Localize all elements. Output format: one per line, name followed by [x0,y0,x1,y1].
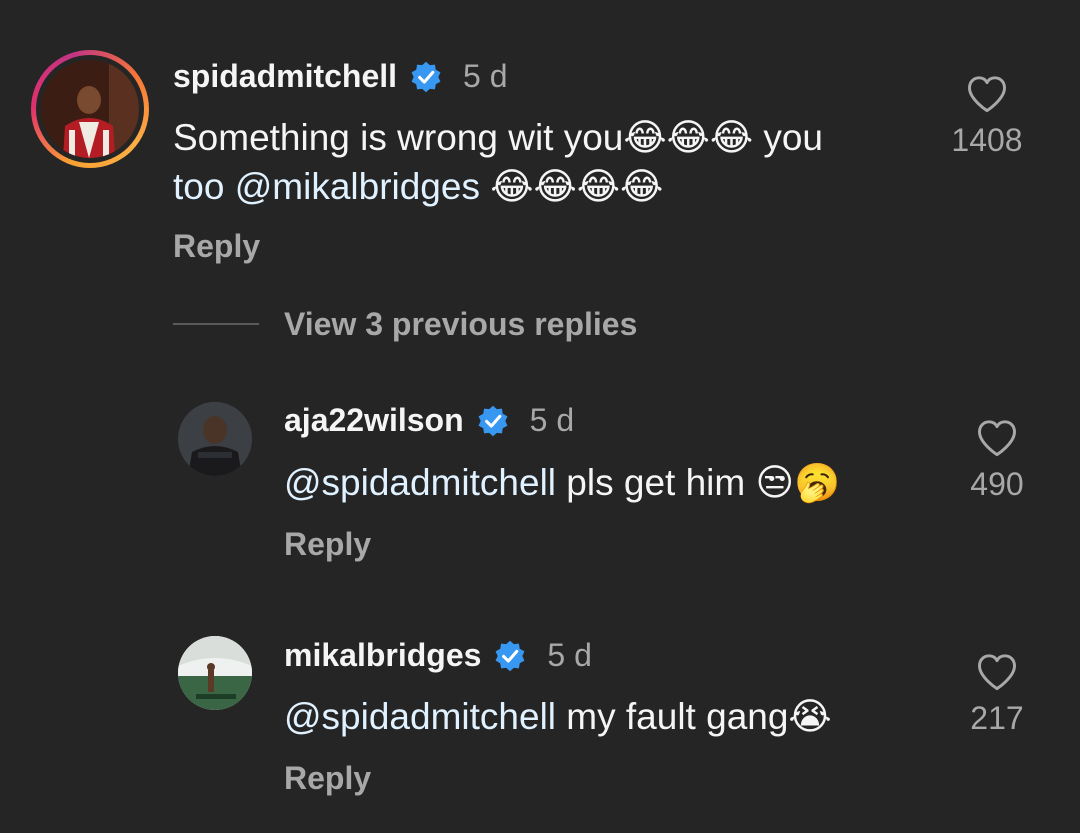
reply-button[interactable]: Reply [173,228,260,265]
thread-divider [173,323,259,325]
username-text[interactable]: mikalbridges [284,637,481,674]
verified-badge-icon [495,640,525,671]
comment-text-line1: Something is wrong wit you😂😂😂 you [173,117,824,158]
reply-body: my fault gang😭 [556,696,832,737]
reply-button[interactable]: Reply [284,760,371,797]
reply-username[interactable]: mikalbridges 5 d [284,637,592,674]
username-text[interactable]: spidadmitchell [173,58,397,95]
avatar[interactable] [178,402,252,476]
mention-link[interactable]: @spidadmitchell [284,462,556,503]
comment-text-line2: too @mikalbridges 😂😂😂😂 [173,162,913,211]
avatar-image [41,60,139,158]
reply-text: @spidadmitchell pls get him 😒🥱 [284,458,924,507]
heart-icon[interactable] [976,652,1018,692]
view-previous-replies-button[interactable]: View 3 previous replies [284,306,637,343]
reply-timestamp: 5 d [529,402,575,438]
comment-username[interactable]: spidadmitchell 5 d [173,58,508,95]
avatar[interactable] [178,636,252,710]
reply-body: pls get him 😒🥱 [556,462,841,503]
mention-link[interactable]: too @mikalbridges [173,166,480,207]
like-count: 217 [970,700,1024,736]
avatar[interactable] [41,60,139,158]
reply-button[interactable]: Reply [284,526,371,563]
reply-username[interactable]: aja22wilson 5 d [284,402,574,439]
avatar-image [178,636,252,710]
heart-icon[interactable] [976,418,1018,458]
heart-icon[interactable] [966,74,1008,114]
reply-text: @spidadmitchell my fault gang😭 [284,692,924,741]
like-count: 1408 [951,122,1023,158]
story-ring[interactable] [31,50,149,168]
emoji-text: 😂😂😂😂 [490,165,664,208]
like-count: 490 [970,466,1024,502]
comment-item: spidadmitchell 5 d Something is wrong wi… [0,0,1080,290]
like-control[interactable]: 490 [947,418,1047,503]
mention-link[interactable]: @spidadmitchell [284,696,556,737]
like-control[interactable]: 1408 [937,74,1037,159]
like-control[interactable]: 217 [947,652,1047,737]
comment-timestamp: 5 d [463,58,508,94]
reply-item: mikalbridges 5 d @spidadmitchell my faul… [0,615,1080,825]
reply-timestamp: 5 d [547,637,592,673]
verified-badge-icon [478,405,508,436]
reply-item: aja22wilson 5 d @spidadmitchell pls get … [0,380,1080,580]
username-text[interactable]: aja22wilson [284,402,464,439]
comment-text: Something is wrong wit you😂😂😂 you too @m… [173,113,913,211]
verified-badge-icon [411,61,441,92]
avatar-image [178,402,252,476]
